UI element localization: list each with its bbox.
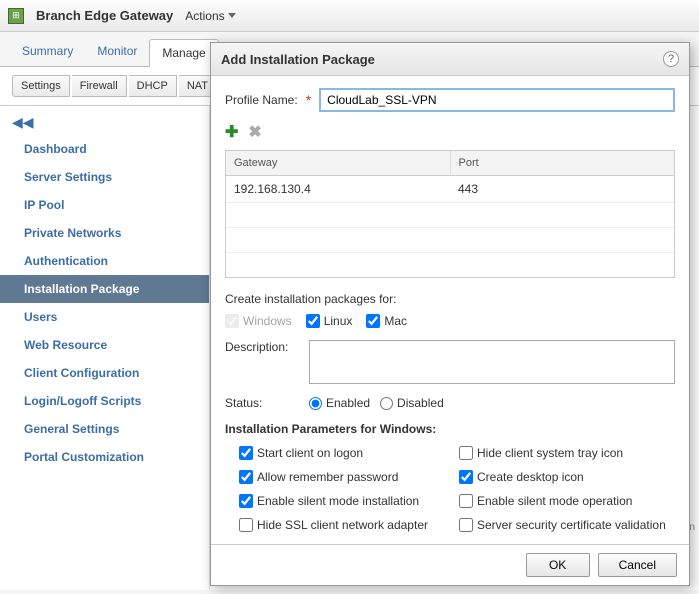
table-row[interactable]: 192.168.130.4 443 (226, 176, 674, 203)
sidebar-item-users[interactable]: Users (0, 303, 209, 331)
status-enabled-label: Enabled (326, 396, 370, 410)
params-heading: Installation Parameters for Windows: (225, 422, 675, 436)
subtab-settings[interactable]: Settings (12, 75, 70, 97)
sidebar-item-general-settings[interactable]: General Settings (0, 415, 209, 443)
status-label: Status: (225, 396, 299, 410)
remove-row-icon[interactable]: ✖ (248, 122, 261, 142)
subtab-firewall[interactable]: Firewall (72, 75, 127, 97)
linux-label: Linux (324, 314, 353, 328)
start-on-logon-label: Start client on logon (257, 446, 363, 460)
status-disabled-label: Disabled (397, 396, 444, 410)
sidebar-item-web-resource[interactable]: Web Resource (0, 331, 209, 359)
tab-monitor[interactable]: Monitor (85, 38, 149, 66)
hide-adapter-checkbox[interactable] (239, 518, 253, 532)
description-label: Description: (225, 340, 299, 354)
silent-operation-label: Enable silent mode operation (477, 494, 632, 508)
create-packages-label: Create installation packages for: (225, 292, 675, 306)
silent-install-label: Enable silent mode installation (257, 494, 419, 508)
tab-manage[interactable]: Manage (149, 39, 218, 67)
sidebar-item-private-networks[interactable]: Private Networks (0, 219, 209, 247)
dialog-title: Add Installation Package (221, 52, 375, 67)
start-on-logon-checkbox[interactable] (239, 446, 253, 460)
help-icon[interactable]: ? (663, 51, 679, 67)
ok-button[interactable]: OK (526, 553, 590, 577)
status-disabled-radio[interactable] (380, 397, 393, 410)
profile-name-label: Profile Name: (225, 93, 298, 107)
status-enabled-radio[interactable] (309, 397, 322, 410)
app-icon: ⊞ (8, 8, 24, 24)
server-cert-checkbox[interactable] (459, 518, 473, 532)
actions-menu[interactable]: Actions (185, 9, 235, 23)
description-textarea[interactable] (309, 340, 675, 384)
grid-cell-gateway: 192.168.130.4 (226, 176, 450, 202)
mac-checkbox[interactable] (366, 314, 380, 328)
grid-header-gateway[interactable]: Gateway (226, 151, 451, 175)
grid-cell-port: 443 (450, 176, 674, 202)
mac-label: Mac (384, 314, 407, 328)
actions-label: Actions (185, 9, 224, 23)
silent-install-checkbox[interactable] (239, 494, 253, 508)
sidebar-item-authentication[interactable]: Authentication (0, 247, 209, 275)
remember-password-label: Allow remember password (257, 470, 398, 484)
sidebar-item-dashboard[interactable]: Dashboard (0, 135, 209, 163)
sidebar-item-portal-customization[interactable]: Portal Customization (0, 443, 209, 471)
sidebar-item-login-logoff-scripts[interactable]: Login/Logoff Scripts (0, 387, 209, 415)
hide-tray-label: Hide client system tray icon (477, 446, 623, 460)
hide-tray-checkbox[interactable] (459, 446, 473, 460)
table-row[interactable] (226, 228, 674, 253)
create-desktop-icon-label: Create desktop icon (477, 470, 584, 484)
silent-operation-checkbox[interactable] (459, 494, 473, 508)
table-row[interactable] (226, 203, 674, 228)
page-title: Branch Edge Gateway (36, 8, 173, 23)
table-row[interactable] (226, 253, 674, 277)
sidebar-item-client-configuration[interactable]: Client Configuration (0, 359, 209, 387)
gateway-port-grid: Gateway Port 192.168.130.4 443 (225, 150, 675, 278)
server-cert-label: Server security certificate validation (477, 518, 666, 532)
tab-summary[interactable]: Summary (10, 38, 85, 66)
add-installation-package-dialog: Add Installation Package ? Profile Name:… (210, 42, 690, 586)
add-row-icon[interactable]: ✚ (225, 122, 238, 142)
create-desktop-icon-checkbox[interactable] (459, 470, 473, 484)
remember-password-checkbox[interactable] (239, 470, 253, 484)
subtab-dhcp[interactable]: DHCP (129, 75, 177, 97)
sidebar-item-ip-pool[interactable]: IP Pool (0, 191, 209, 219)
sidebar-item-installation-package[interactable]: Installation Package (0, 275, 209, 303)
caret-down-icon (228, 13, 236, 18)
hide-adapter-label: Hide SSL client network adapter (257, 518, 428, 532)
profile-name-input[interactable] (319, 88, 675, 112)
required-star-icon: * (306, 92, 311, 108)
windows-label: Windows (243, 314, 292, 328)
linux-checkbox[interactable] (306, 314, 320, 328)
sidebar-item-server-settings[interactable]: Server Settings (0, 163, 209, 191)
cancel-button[interactable]: Cancel (598, 553, 677, 577)
windows-checkbox (225, 314, 239, 328)
grid-header-port[interactable]: Port (451, 151, 675, 175)
sidebar-collapse-icon[interactable]: ◀◀ (0, 110, 209, 135)
